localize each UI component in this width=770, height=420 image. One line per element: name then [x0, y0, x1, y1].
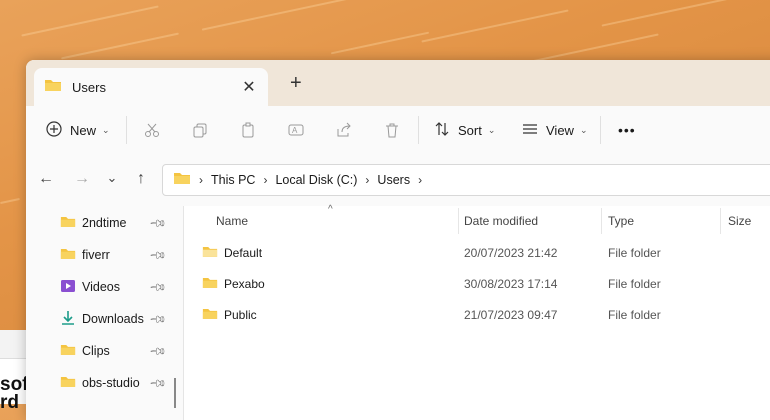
up-arrow-icon[interactable]: ↑ — [131, 170, 151, 188]
tab-users[interactable]: Users ✕ — [34, 68, 268, 106]
pin-icon[interactable]: 📌︎ — [148, 277, 167, 296]
type-cell: File folder — [608, 277, 661, 291]
chevron-down-icon: ⌄ — [487, 124, 496, 135]
chevron-down-icon: ⌄ — [579, 124, 588, 135]
more-options-icon[interactable]: ••• — [618, 106, 636, 154]
sort-icon — [434, 121, 450, 140]
breadcrumb-local-disk[interactable]: Local Disk (C:) — [275, 173, 357, 187]
folder-icon — [60, 215, 76, 231]
folder-icon — [44, 78, 62, 97]
chevron-right-icon[interactable]: › — [263, 173, 267, 187]
folder-icon — [202, 245, 218, 261]
column-header-name[interactable]: Name — [216, 206, 248, 236]
file-list: ^ Name Date modified Type Size Default 2… — [184, 204, 770, 420]
nav-item-downloads[interactable]: Downloads 📌︎ — [60, 308, 167, 330]
pin-icon[interactable]: 📌︎ — [148, 213, 167, 232]
pin-icon[interactable]: 📌︎ — [148, 309, 167, 328]
recent-chevron-icon[interactable]: ⌄ — [102, 170, 122, 186]
column-header-size[interactable]: Size — [728, 206, 751, 236]
sort-button[interactable]: Sort ⌄ — [434, 106, 495, 154]
rename-icon[interactable]: A — [288, 106, 304, 154]
background-text: rd — [0, 392, 19, 413]
nav-item-label: Downloads — [82, 312, 144, 326]
file-name-cell: Default — [202, 238, 262, 268]
view-lines-icon — [522, 121, 538, 140]
type-cell: File folder — [608, 246, 661, 260]
address-row: ← → ⌄ ↑ › This PC › Local Disk (C:) › Us… — [26, 154, 770, 206]
view-button[interactable]: View ⌄ — [522, 106, 588, 154]
chevron-down-icon: ⌄ — [102, 124, 110, 135]
pin-icon[interactable]: 📌︎ — [148, 373, 167, 392]
new-label: New — [70, 122, 97, 138]
nav-item-label: Videos — [82, 280, 120, 294]
cut-icon[interactable] — [144, 106, 160, 154]
back-arrow-icon[interactable]: ← — [36, 170, 56, 188]
paste-icon[interactable] — [240, 106, 256, 154]
close-tab-icon[interactable]: ✕ — [240, 77, 258, 97]
nav-item-label: Clips — [82, 344, 110, 358]
table-row[interactable]: Public 21/07/2023 09:47 File folder — [184, 300, 770, 330]
chevron-right-icon[interactable]: › — [199, 173, 203, 187]
date-modified-cell: 20/07/2023 21:42 — [464, 246, 558, 260]
nav-item-clips[interactable]: Clips 📌︎ — [60, 340, 167, 362]
folder-icon — [60, 343, 76, 359]
view-label: View — [546, 122, 574, 138]
pin-icon[interactable]: 📌︎ — [148, 341, 167, 360]
plus-circle-icon — [46, 120, 62, 140]
folder-icon — [60, 375, 76, 391]
download-icon — [60, 310, 76, 329]
nav-item-label: fiverr — [82, 248, 110, 262]
breadcrumb-this-pc[interactable]: This PC — [211, 173, 255, 187]
tab-bar: Users ✕ + — [26, 60, 770, 106]
tab-title: Users — [72, 79, 106, 95]
folder-icon — [202, 307, 218, 323]
copy-icon[interactable] — [192, 106, 208, 154]
nav-item-fiverr[interactable]: fiverr 📌︎ — [60, 244, 167, 266]
file-name: Public — [224, 308, 257, 322]
delete-icon[interactable] — [384, 106, 400, 154]
date-modified-cell: 21/07/2023 09:47 — [464, 308, 558, 322]
folder-icon — [173, 171, 191, 190]
breadcrumb-users[interactable]: Users — [377, 173, 410, 187]
pin-icon[interactable]: 📌︎ — [148, 245, 167, 264]
nav-item-label: 2ndtime — [82, 216, 127, 230]
file-name: Pexabo — [224, 277, 265, 291]
file-name-cell: Public — [202, 300, 257, 330]
type-cell: File folder — [608, 308, 661, 322]
new-button[interactable]: New ⌄ — [46, 106, 110, 154]
background-window: sof rd — [0, 330, 29, 413]
sort-label: Sort — [458, 122, 482, 138]
nav-item-2ndtime[interactable]: 2ndtime 📌︎ — [60, 212, 167, 234]
file-explorer-window: Users ✕ + New ⌄ A Sort ⌄ View ⌄ ••• ← → … — [26, 60, 770, 420]
sort-ascending-icon: ^ — [328, 204, 333, 215]
chevron-right-icon[interactable]: › — [418, 173, 422, 187]
command-bar: New ⌄ A Sort ⌄ View ⌄ ••• — [26, 106, 770, 155]
navigation-pane: 2ndtime 📌︎ fiverr 📌︎ Videos 📌︎ Downloads… — [26, 206, 181, 420]
new-tab-button[interactable]: + — [290, 72, 302, 95]
file-name: Default — [224, 246, 263, 260]
videos-icon — [60, 279, 76, 296]
nav-scrollbar[interactable] — [172, 208, 180, 408]
nav-item-videos[interactable]: Videos 📌︎ — [60, 276, 167, 298]
chevron-right-icon[interactable]: › — [365, 173, 369, 187]
date-modified-cell: 30/08/2023 17:14 — [464, 277, 558, 291]
folder-icon — [60, 247, 76, 263]
address-bar[interactable]: › This PC › Local Disk (C:) › Users › — [162, 164, 770, 196]
svg-text:A: A — [292, 126, 298, 135]
table-row[interactable]: Default 20/07/2023 21:42 File folder — [184, 238, 770, 268]
column-header-type[interactable]: Type — [608, 206, 634, 236]
file-name-cell: Pexabo — [202, 269, 265, 299]
table-row[interactable]: Pexabo 30/08/2023 17:14 File folder — [184, 269, 770, 299]
share-icon[interactable] — [336, 106, 352, 154]
folder-icon — [202, 276, 218, 292]
forward-arrow-icon[interactable]: → — [72, 170, 92, 188]
nav-item-obs-studio[interactable]: obs-studio 📌︎ — [60, 372, 167, 394]
column-header-date[interactable]: Date modified — [464, 206, 538, 236]
nav-item-label: obs-studio — [82, 376, 140, 390]
